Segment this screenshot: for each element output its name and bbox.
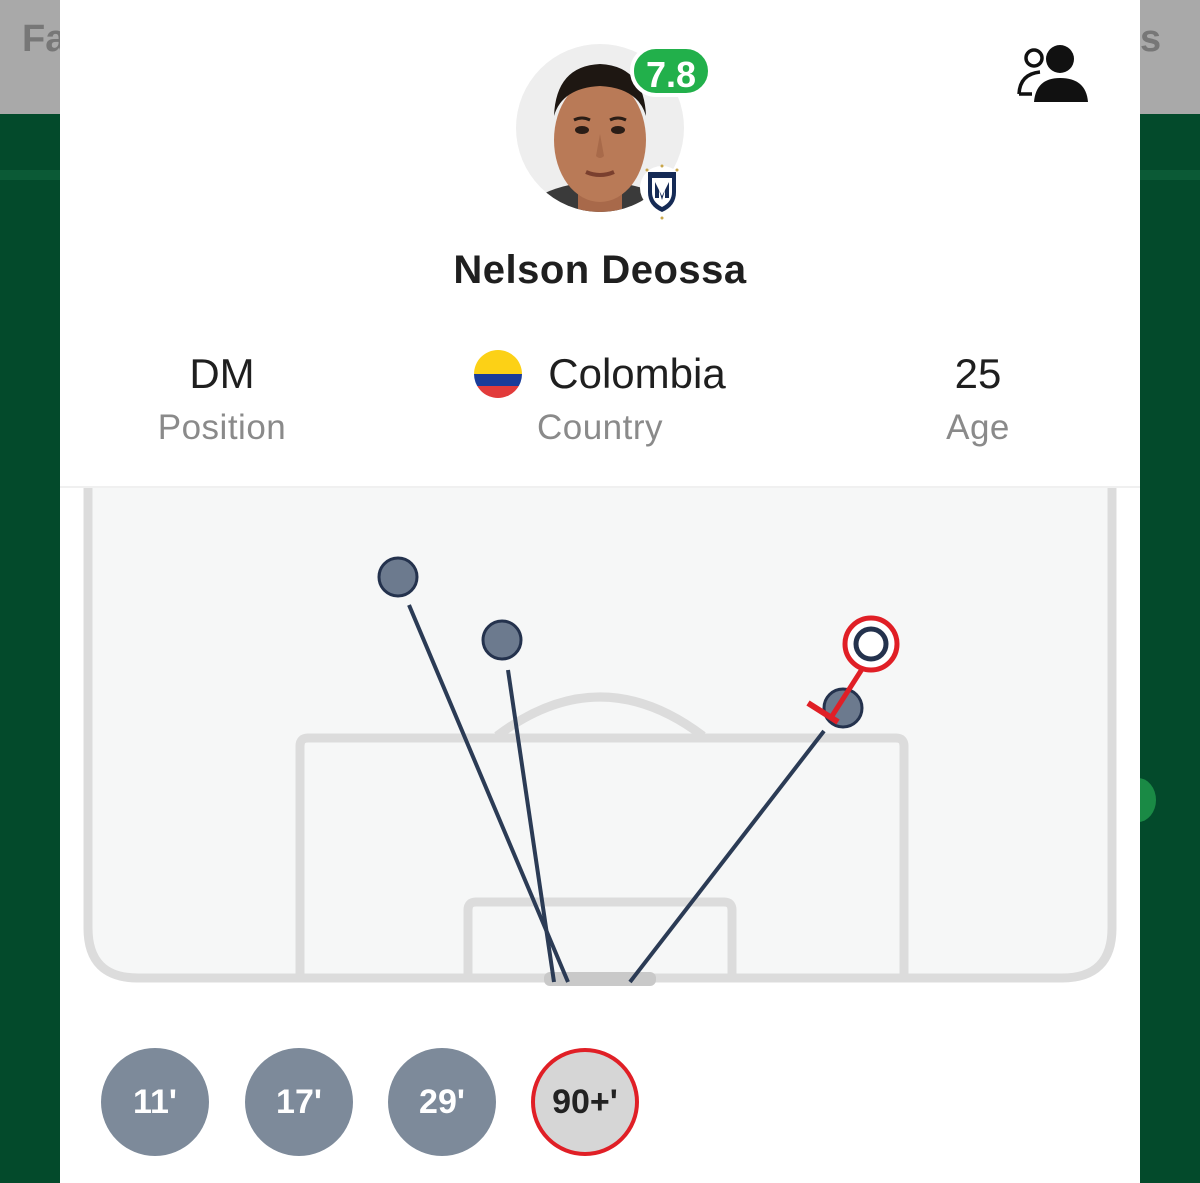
player-card: 7.8 Nelson Deossa DM Position Colombia C… xyxy=(60,0,1140,1183)
shot-marker xyxy=(481,619,523,661)
stat-country: Colombia Country xyxy=(440,348,760,448)
shot-chip-11[interactable]: 11' xyxy=(101,1048,209,1156)
shot-map xyxy=(60,488,1140,998)
colombia-flag-icon xyxy=(474,350,523,398)
background-header-text-right: s xyxy=(1140,18,1162,60)
stat-position-label: Position xyxy=(157,408,287,447)
stat-country-label: Country xyxy=(536,408,664,447)
stat-country-value: Colombia xyxy=(548,350,726,397)
shot-chip-90plus[interactable]: 90+' xyxy=(531,1048,639,1156)
selected-shot-inner xyxy=(853,626,889,662)
stat-position-value: DM xyxy=(189,350,255,397)
shot-chip-29[interactable]: 29' xyxy=(388,1048,496,1156)
stat-age-label: Age xyxy=(946,408,1010,447)
shot-chip-17[interactable]: 17' xyxy=(245,1048,353,1156)
player-rating-badge: 7.8 xyxy=(630,45,712,97)
stat-position: DM Position xyxy=(122,348,322,448)
stat-country-value-row: Colombia xyxy=(440,348,760,400)
player-name: Nelson Deossa xyxy=(453,248,747,292)
club-badge-icon xyxy=(638,162,686,222)
compare-players-icon[interactable] xyxy=(1016,42,1092,104)
shot-marker xyxy=(377,556,419,598)
stat-age: 25 Age xyxy=(878,348,1078,448)
stat-age-value: 25 xyxy=(954,350,1002,397)
shot-minute-selector: 11' 17' 29' 90+' xyxy=(60,1048,1140,1158)
goal xyxy=(544,972,656,986)
